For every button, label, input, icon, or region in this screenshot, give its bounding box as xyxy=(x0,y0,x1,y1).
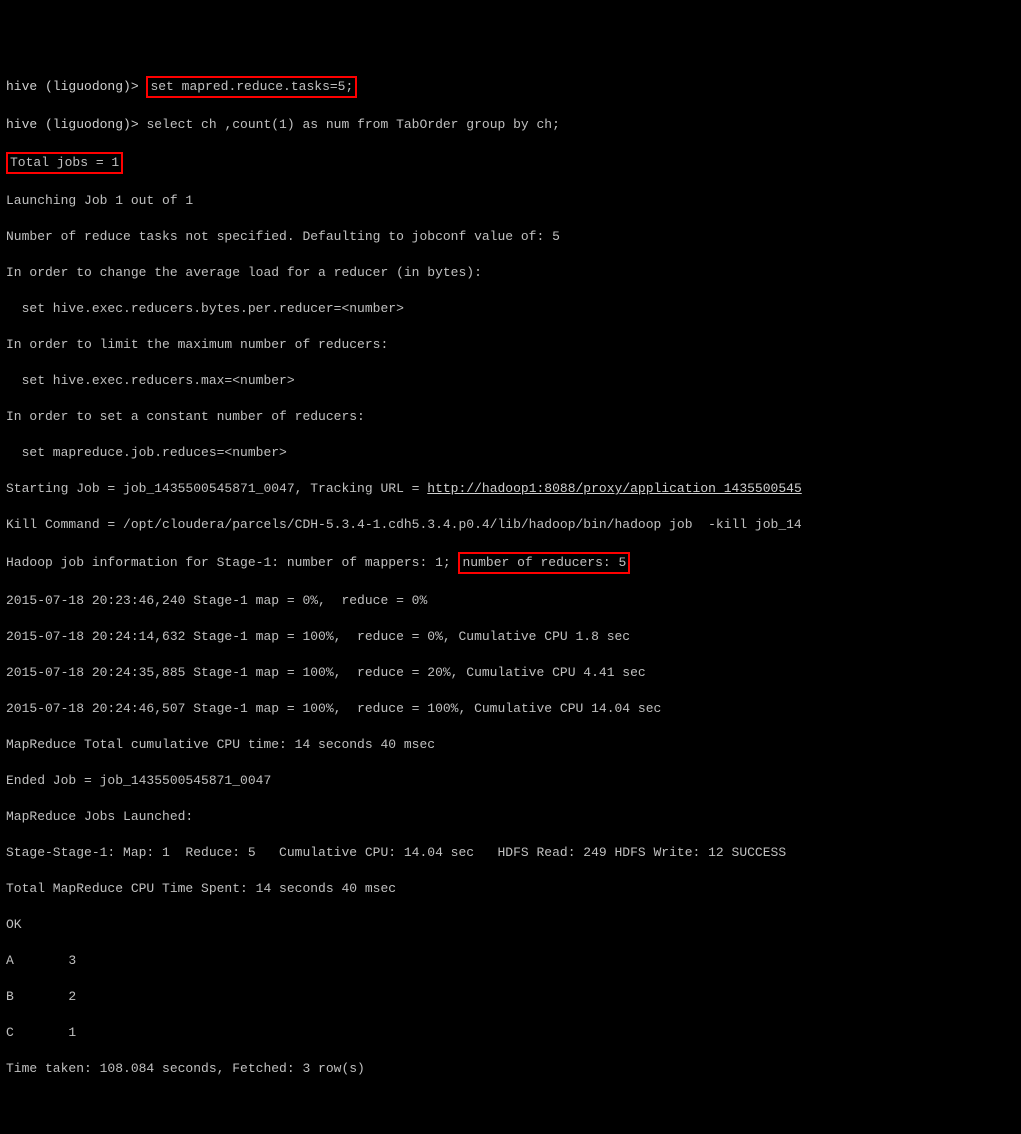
output-line: Starting Job = job_1435500545871_0047, T… xyxy=(6,480,1015,498)
output-line: Ended Job = job_1435500545871_0047 xyxy=(6,772,1015,790)
output-line: In order to change the average load for … xyxy=(6,264,1015,282)
prompt: hive (liguodong)> xyxy=(6,79,139,94)
result-row: C1 xyxy=(6,1024,1015,1042)
job-info-text: Hadoop job information for Stage-1: numb… xyxy=(6,555,458,570)
highlighted-total-jobs: Total jobs = 1 xyxy=(6,152,123,174)
output-line: Total jobs = 1 xyxy=(6,152,1015,174)
start-job-text: Starting Job = job_1435500545871_0047, T… xyxy=(6,481,427,496)
result-num: 1 xyxy=(68,1025,76,1040)
ok-line: OK xyxy=(6,916,1015,934)
output-line: MapReduce Total cumulative CPU time: 14 … xyxy=(6,736,1015,754)
prompt: hive (liguodong)> xyxy=(6,117,139,132)
output-line: Launching Job 1 out of 1 xyxy=(6,192,1015,210)
result-num: 2 xyxy=(68,989,76,1004)
output-line: In order to limit the maximum number of … xyxy=(6,336,1015,354)
result-row: A3 xyxy=(6,952,1015,970)
progress-line: 2015-07-18 20:24:14,632 Stage-1 map = 10… xyxy=(6,628,1015,646)
highlighted-command-1: set mapred.reduce.tasks=5; xyxy=(146,76,357,98)
tracking-url-link[interactable]: http://hadoop1:8088/proxy/application_14… xyxy=(427,481,801,496)
output-line: Number of reduce tasks not specified. De… xyxy=(6,228,1015,246)
output-line: In order to set a constant number of red… xyxy=(6,408,1015,426)
highlighted-reducers: number of reducers: 5 xyxy=(458,552,630,574)
command-text: select ch ,count(1) as num from TabOrder… xyxy=(146,117,559,132)
output-line: set hive.exec.reducers.max=<number> xyxy=(6,372,1015,390)
output-line: set mapreduce.job.reduces=<number> xyxy=(6,444,1015,462)
result-num: 3 xyxy=(68,953,76,968)
prompt-line-1[interactable]: hive (liguodong)> set mapred.reduce.task… xyxy=(6,76,1015,98)
progress-line: 2015-07-18 20:23:46,240 Stage-1 map = 0%… xyxy=(6,592,1015,610)
output-line: MapReduce Jobs Launched: xyxy=(6,808,1015,826)
progress-line: 2015-07-18 20:24:46,507 Stage-1 map = 10… xyxy=(6,700,1015,718)
output-line: Total MapReduce CPU Time Spent: 14 secon… xyxy=(6,880,1015,898)
result-ch: B xyxy=(6,988,68,1006)
output-line: Kill Command = /opt/cloudera/parcels/CDH… xyxy=(6,516,1015,534)
result-ch: A xyxy=(6,952,68,970)
output-line: Time taken: 108.084 seconds, Fetched: 3 … xyxy=(6,1060,1015,1078)
result-ch: C xyxy=(6,1024,68,1042)
output-line: Hadoop job information for Stage-1: numb… xyxy=(6,552,1015,574)
result-row: B2 xyxy=(6,988,1015,1006)
output-line: set hive.exec.reducers.bytes.per.reducer… xyxy=(6,300,1015,318)
output-line: Stage-Stage-1: Map: 1 Reduce: 5 Cumulati… xyxy=(6,844,1015,862)
prompt-line-2[interactable]: hive (liguodong)> select ch ,count(1) as… xyxy=(6,116,1015,134)
progress-line: 2015-07-18 20:24:35,885 Stage-1 map = 10… xyxy=(6,664,1015,682)
